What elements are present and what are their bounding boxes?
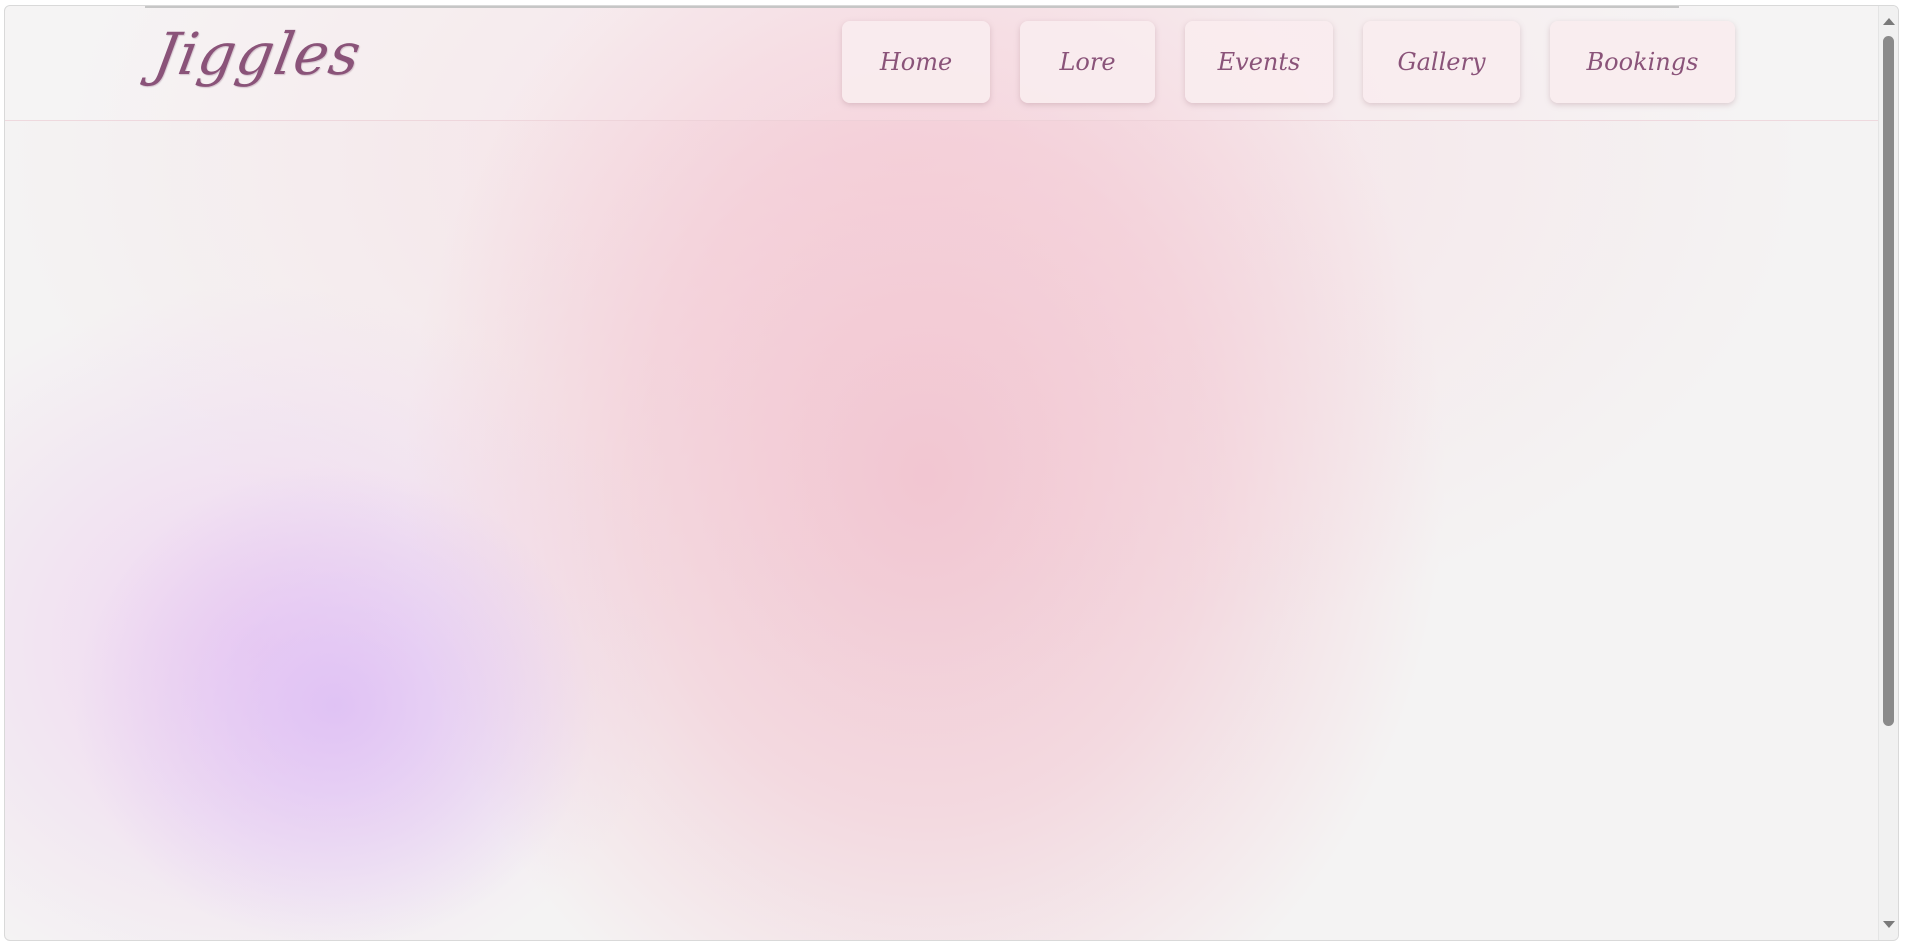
scroll-up-arrow-icon[interactable]: [1883, 18, 1895, 25]
nav-events-button[interactable]: Events: [1185, 21, 1333, 103]
nav-bookings-button[interactable]: Bookings: [1550, 21, 1735, 103]
nav-gallery-button[interactable]: Gallery: [1363, 21, 1520, 103]
scroll-down-arrow-icon[interactable]: [1883, 921, 1895, 928]
nav-home-button[interactable]: Home: [842, 21, 990, 103]
browser-viewport: Jiggles Home Lore Events Gallery Booking…: [4, 5, 1899, 941]
site-logo[interactable]: Jiggles: [149, 20, 367, 88]
nav-lore-button[interactable]: Lore: [1020, 21, 1155, 103]
vertical-scrollbar[interactable]: [1878, 6, 1898, 940]
site-header: Jiggles Home Lore Events Gallery Booking…: [5, 6, 1898, 121]
scroll-thumb[interactable]: [1883, 36, 1894, 726]
